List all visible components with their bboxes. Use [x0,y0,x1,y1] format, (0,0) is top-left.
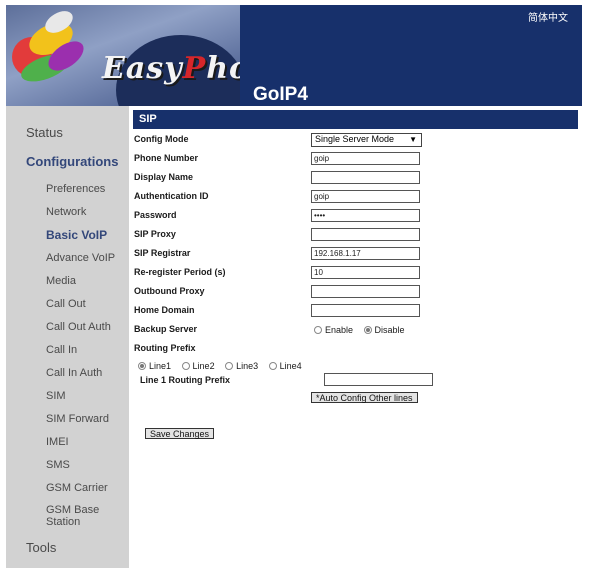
home-domain-input[interactable] [311,304,420,317]
reregister-period-label: Re-register Period (s) [134,267,226,277]
sidebar-item-sim-forward[interactable]: SIM Forward [46,413,109,425]
sidebar-item-advance-voip[interactable]: Advance VoIP [46,252,115,264]
backup-enable-option[interactable]: Enable [314,325,353,335]
sidebar-item-media[interactable]: Media [46,275,76,287]
home-domain-label: Home Domain [134,305,195,315]
line1-prefix-input[interactable] [324,373,433,386]
sip-registrar-label: SIP Registrar [134,248,191,258]
sidebar-item-preferences[interactable]: Preferences [46,183,105,195]
config-mode-selected-value: Single Server Mode [315,134,395,144]
language-switch-link[interactable]: 简体中文 [528,9,568,24]
routing-prefix-label: Routing Prefix [134,343,196,353]
auth-id-label: Authentication ID [134,191,209,201]
radio-icon [268,362,277,370]
sidebar-item-status[interactable]: Status [26,125,63,140]
password-input[interactable] [311,209,420,222]
radio-selected-icon [138,362,146,370]
radio-icon [181,362,190,370]
easyphone-logo: EasyPhone [6,5,240,106]
sidebar-item-call-out[interactable]: Call Out [46,298,86,310]
sidebar-item-tools[interactable]: Tools [26,540,56,555]
line2-option[interactable]: Line2 [181,361,215,371]
sidebar-item-network[interactable]: Network [46,206,86,218]
sidebar-item-configurations[interactable]: Configurations [26,154,118,169]
line3-option[interactable]: Line3 [225,361,258,371]
config-mode-label: Config Mode [134,134,189,144]
section-header-sip: SIP [133,110,578,129]
sidebar-item-gsm-carrier[interactable]: GSM Carrier [46,482,108,494]
phone-number-input[interactable] [311,152,420,165]
sidebar-item-sim[interactable]: SIM [46,390,66,402]
display-name-label: Display Name [134,172,194,182]
auth-id-input[interactable] [311,190,420,203]
save-changes-button[interactable]: Save Changes [145,428,215,439]
auto-config-button[interactable]: *Auto Config Other lines [311,392,418,403]
radio-selected-icon [363,326,372,334]
dropdown-arrow-icon: ▼ [409,135,417,144]
outbound-proxy-input[interactable] [311,285,420,298]
line4-option[interactable]: Line4 [268,361,302,371]
sidebar-item-imei[interactable]: IMEI [46,436,69,448]
sip-proxy-label: SIP Proxy [134,229,176,239]
page-header: EasyPhone GoIP4 简体中文 [6,5,582,106]
sip-registrar-input[interactable] [311,247,420,260]
sidebar-item-call-in-auth[interactable]: Call In Auth [46,367,102,379]
line1-option[interactable]: Line1 [138,361,171,371]
radio-icon [225,362,234,370]
line-options: Line1 Line2 Line3 Line4 [138,361,310,371]
sidebar-item-sms[interactable]: SMS [46,459,70,471]
sidebar: Status Configurations Preferences Networ… [6,106,129,568]
sidebar-item-call-out-auth[interactable]: Call Out Auth [46,321,111,333]
phone-number-label: Phone Number [134,153,199,163]
backup-server-label: Backup Server [134,324,198,334]
section-title: SIP [139,113,157,125]
config-mode-select[interactable]: Single Server Mode ▼ [311,133,422,147]
reregister-period-input[interactable] [311,266,420,279]
product-name: GoIP4 [253,84,308,105]
backup-server-options: Enable Disable [314,325,413,335]
outbound-proxy-label: Outbound Proxy [134,286,205,296]
sidebar-item-basic-voip[interactable]: Basic VoIP [46,228,107,242]
radio-icon [314,326,322,334]
display-name-input[interactable] [311,171,420,184]
logo-wordmark: EasyPhone [102,51,240,86]
password-label: Password [134,210,177,220]
sidebar-item-call-in[interactable]: Call In [46,344,77,356]
line1-prefix-label: Line 1 Routing Prefix [140,375,231,385]
sip-proxy-input[interactable] [311,228,420,241]
backup-disable-option[interactable]: Disable [363,325,405,335]
sidebar-item-gsm-base-station[interactable]: GSM Base Station [46,504,99,528]
